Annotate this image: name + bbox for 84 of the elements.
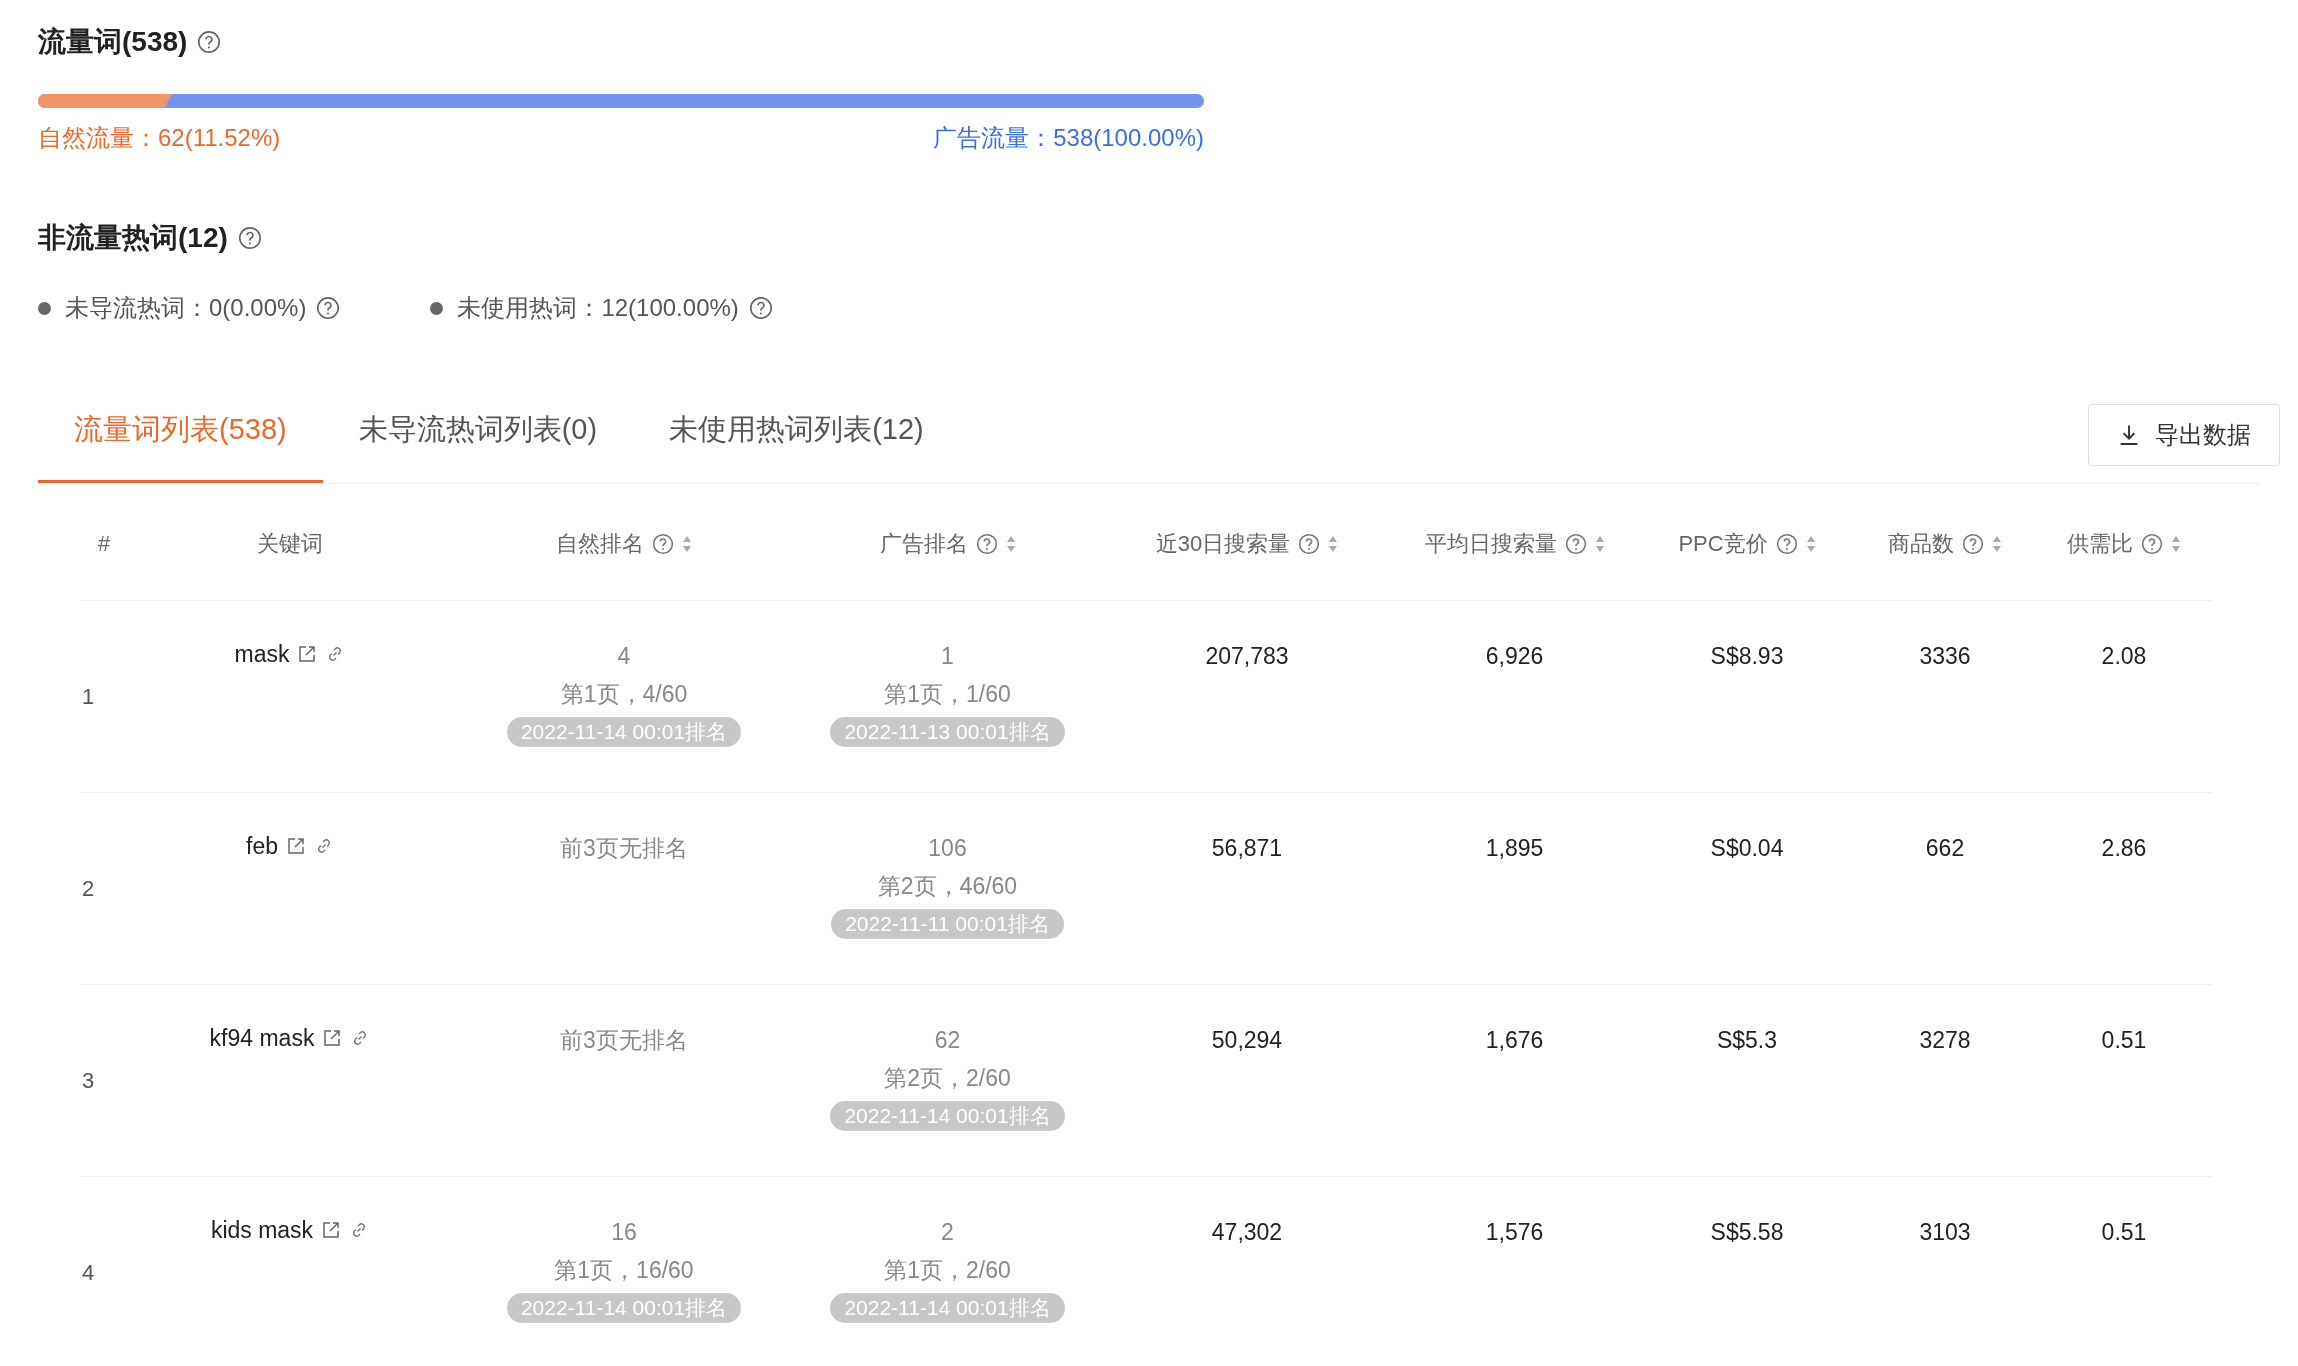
- table-cell-text: 2.86: [2101, 834, 2147, 863]
- help-icon[interactable]: [197, 30, 222, 54]
- organic-traffic-label: 自然流量：62(11.52%): [38, 123, 281, 153]
- table-cell-text: 207,783: [1205, 642, 1289, 671]
- help-icon[interactable]: [748, 296, 773, 320]
- help-icon[interactable]: [237, 226, 262, 250]
- table-cell-text: 47,302: [1211, 1218, 1283, 1247]
- export-button[interactable]: 导出数据: [2088, 403, 2280, 466]
- help-icon[interactable]: [652, 533, 674, 555]
- rank-page: 第2页，2/60: [884, 1064, 1011, 1093]
- rank-value: 1: [941, 642, 954, 671]
- help-icon[interactable]: [975, 533, 998, 555]
- row-number: 2: [82, 875, 95, 902]
- bullet-dot: [38, 301, 51, 315]
- tab[interactable]: 未使用热词列表(12): [633, 386, 960, 483]
- rank-page: 第1页，4/60: [560, 680, 688, 709]
- rank-value: 2: [941, 1218, 954, 1247]
- rank-value: 4: [617, 642, 631, 671]
- bullet-dot: [430, 301, 444, 315]
- help-icon[interactable]: [1775, 533, 1798, 555]
- column-header: 平均日搜索量: [1424, 530, 1557, 558]
- rank-value: 62: [934, 1026, 961, 1055]
- table-cell-text: S$5.3: [1716, 1026, 1778, 1055]
- row-number: 3: [82, 1067, 95, 1094]
- table-cell-text: S$5.58: [1710, 1218, 1784, 1247]
- table-cell-text: 1,895: [1485, 834, 1544, 863]
- sort-icon[interactable]: [682, 535, 692, 553]
- table-cell-text: 0.51: [2101, 1218, 2147, 1247]
- table-cell-text: 3103: [1919, 1218, 1971, 1247]
- table-cell-text: 3278: [1919, 1026, 1971, 1055]
- help-icon[interactable]: [1298, 533, 1321, 555]
- stat-label: 未使用热词：12(100.00%): [457, 293, 739, 323]
- help-icon[interactable]: [2141, 533, 2163, 555]
- table-cell-text: 1,676: [1485, 1026, 1544, 1055]
- row-number: 4: [82, 1259, 95, 1286]
- column-header: 自然排名: [556, 530, 644, 558]
- table-cell-text: 1,576: [1485, 1218, 1544, 1247]
- table-cell-text: S$8.93: [1710, 642, 1784, 671]
- stat-label: 未导流热词：0(0.00%): [65, 293, 307, 323]
- sort-icon[interactable]: [2171, 535, 2181, 553]
- table-cell-text: 6,926: [1485, 642, 1544, 671]
- rank-page: 第1页，2/60: [884, 1256, 1011, 1285]
- table-cell-text: 3336: [1919, 642, 1971, 671]
- table-cell-text: 2.08: [2101, 642, 2147, 671]
- ad-traffic-label: 广告流量：538(100.00%): [933, 123, 1204, 153]
- no-rank-text: 前3页无排名: [560, 1026, 688, 1055]
- keyword-link[interactable]: mask: [234, 641, 290, 668]
- rank-value: 106: [928, 834, 967, 863]
- keyword-link[interactable]: kids mask: [210, 1217, 314, 1244]
- sort-icon[interactable]: [1594, 535, 1605, 553]
- no-rank-text: 前3页无排名: [560, 834, 688, 863]
- rank-page: 第2页，46/60: [877, 872, 1018, 901]
- keyword-link[interactable]: kf94 mask: [209, 1025, 315, 1052]
- sort-icon[interactable]: [1805, 535, 1816, 553]
- keyword-link[interactable]: feb: [246, 833, 278, 860]
- external-link-icon[interactable]: [297, 644, 318, 664]
- table-cell-text: 662: [1925, 834, 1965, 863]
- column-header: 关键词: [257, 530, 323, 558]
- external-link-icon[interactable]: [322, 1028, 343, 1048]
- sort-icon[interactable]: [1992, 535, 2002, 553]
- column-header: 广告排名: [879, 530, 968, 558]
- table-cell-text: 50,294: [1211, 1026, 1283, 1055]
- section-title: 流量词(538): [38, 25, 188, 59]
- rank-value: 16: [611, 1218, 637, 1247]
- section-title: 非流量热词(12): [38, 221, 228, 255]
- external-link-icon[interactable]: [286, 836, 306, 856]
- external-link-icon[interactable]: [321, 1220, 342, 1240]
- help-icon[interactable]: [316, 296, 341, 320]
- rank-page: 第1页，1/60: [884, 680, 1011, 709]
- row-number: 1: [82, 683, 95, 710]
- tab[interactable]: 未导流热词列表(0): [322, 386, 634, 483]
- help-icon[interactable]: [1564, 533, 1587, 555]
- column-header: #: [98, 531, 111, 557]
- column-header: 商品数: [1888, 530, 1954, 558]
- column-header: 近30日搜索量: [1155, 530, 1291, 558]
- rank-page: 第1页，16/60: [554, 1256, 694, 1285]
- table-cell-text: S$0.04: [1710, 834, 1784, 863]
- help-icon[interactable]: [1962, 533, 1984, 555]
- column-header: 供需比: [2067, 530, 2133, 558]
- sort-icon[interactable]: [1005, 535, 1016, 553]
- column-header: PPC竞价: [1678, 530, 1768, 558]
- table-cell-text: 56,871: [1211, 834, 1283, 863]
- table-cell-text: 0.51: [2101, 1026, 2147, 1055]
- sort-icon[interactable]: [1328, 535, 1339, 553]
